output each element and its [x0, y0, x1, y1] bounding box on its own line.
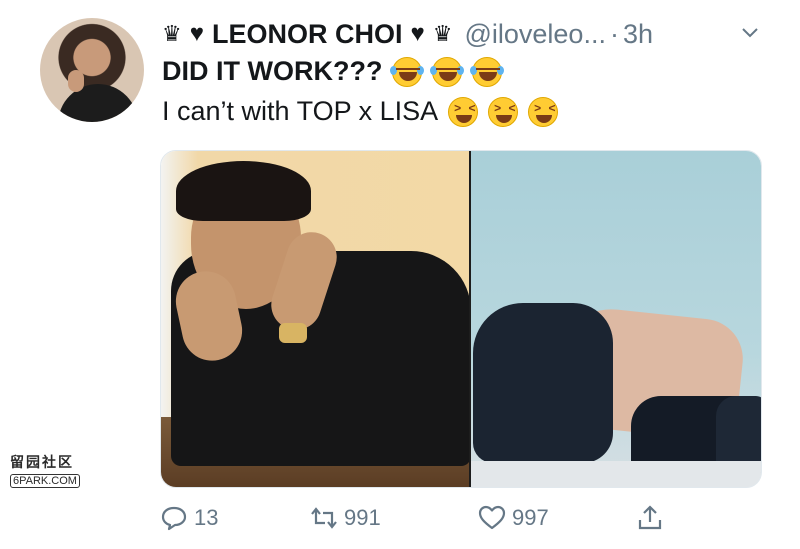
author-name[interactable]: LEONOR CHOI — [212, 19, 403, 50]
heart-icon — [478, 505, 506, 530]
crown-icon-2: ♛ — [432, 21, 453, 46]
reply-button[interactable]: 13 — [160, 504, 218, 532]
tweet-actions-bar: 13 991 997 — [160, 504, 770, 538]
media-right-photo — [471, 151, 761, 487]
avatar-hand-shape — [68, 70, 84, 92]
share-button[interactable] — [636, 504, 670, 532]
retweet-button[interactable]: 991 — [310, 504, 381, 532]
tweet-timestamp[interactable]: 3h — [623, 19, 653, 50]
retweet-icon — [311, 507, 337, 529]
watermark: 留园社区 6PARK.COM — [10, 452, 92, 488]
tweet-header: ♛ ♥ LEONOR CHOI ♥ ♛ @iloveleo... · 3h — [162, 14, 653, 54]
watch-shape — [279, 323, 307, 343]
heart-glyph-icon-2: ♥ — [410, 20, 425, 47]
heart-glyph-icon: ♥ — [189, 20, 204, 47]
tweet-media-image[interactable] — [160, 150, 762, 488]
like-count: 997 — [512, 505, 549, 530]
media-left-photo — [161, 151, 471, 487]
chevron-down-icon[interactable] — [740, 22, 760, 42]
avatar[interactable] — [40, 18, 144, 122]
hair-shape — [176, 161, 311, 221]
shorts-shape — [473, 303, 613, 463]
tears-of-joy-emoji-icon — [470, 56, 505, 87]
squinting-face-emoji-icon — [528, 96, 559, 127]
reply-count: 13 — [194, 505, 219, 530]
like-button[interactable]: 997 — [478, 504, 549, 532]
floor-shape — [471, 461, 761, 487]
squinting-face-emoji-icon — [448, 96, 479, 127]
tweet-text-line-2: I can’t with TOP x LISA — [162, 96, 559, 127]
crown-icon: ♛ — [162, 21, 182, 46]
share-icon — [638, 505, 662, 530]
tweet-text-line-1: DID IT WORK??? — [162, 56, 505, 87]
reply-icon — [161, 506, 187, 531]
watermark-url: 6PARK.COM — [10, 474, 80, 488]
squinting-face-emoji-icon — [488, 96, 519, 127]
retweet-count: 991 — [344, 505, 381, 530]
boot-shape-2 — [716, 396, 761, 466]
tweet-text-2: I can’t with TOP x LISA — [162, 96, 439, 126]
author-handle[interactable]: @iloveleo... — [464, 19, 605, 50]
tears-of-joy-emoji-icon — [390, 56, 425, 87]
tears-of-joy-emoji-icon — [430, 56, 465, 87]
separator-dot: · — [609, 18, 619, 49]
tweet-text-1: DID IT WORK??? — [162, 56, 383, 86]
watermark-text: 留园社区 — [10, 454, 74, 470]
